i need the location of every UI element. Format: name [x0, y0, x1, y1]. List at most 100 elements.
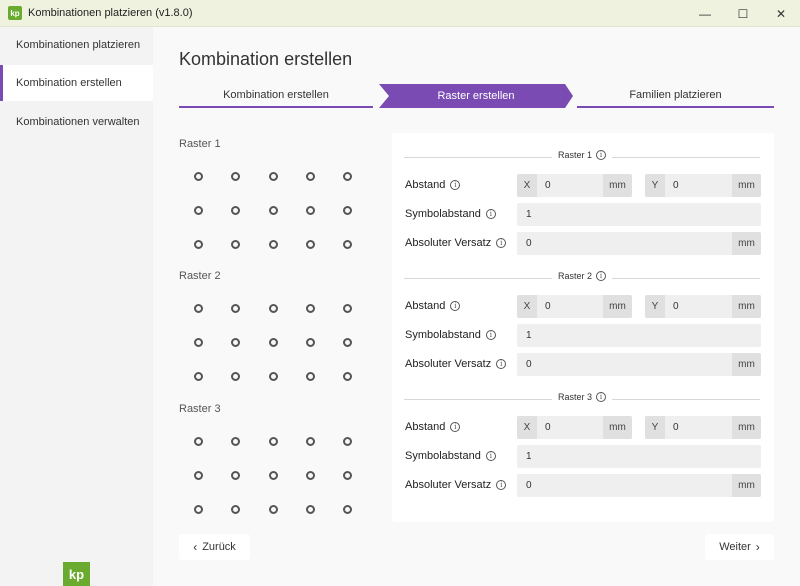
info-icon[interactable]: i [496, 238, 506, 248]
title-bar: kp Kombinationen platzieren (v1.8.0) — ☐… [0, 0, 800, 27]
raster-dot [269, 172, 278, 181]
unit-suffix: mm [732, 474, 761, 497]
app-logo-icon: kp [8, 6, 22, 20]
raster-dot [231, 240, 240, 249]
raster-dot [306, 240, 315, 249]
info-icon[interactable]: i [496, 480, 506, 490]
y-prefix: Y [645, 174, 665, 197]
next-button-label: Weiter [719, 541, 751, 553]
absoluter-versatz-input[interactable]: 0 mm [517, 474, 761, 497]
wizard-stepper: Kombination erstellen Raster erstellen F… [179, 84, 774, 108]
minimize-button[interactable]: — [686, 0, 724, 27]
symbolabstand-label: Symbolabstandi [405, 450, 496, 462]
abstand-x-value: 0 [545, 416, 551, 439]
abstand-y-input[interactable]: Y 0 mm [645, 295, 761, 318]
abstand-y-input[interactable]: Y 0 mm [645, 416, 761, 439]
raster-dot [231, 471, 240, 480]
raster-dot [343, 172, 352, 181]
raster-section-title: Raster 3 [558, 392, 592, 402]
absoluter-versatz-value: 0 [526, 474, 532, 497]
main-content: Kombination erstellen Kombination erstel… [153, 27, 800, 586]
page-title: Kombination erstellen [179, 49, 352, 70]
abstand-x-input[interactable]: X 0 mm [517, 416, 632, 439]
info-icon[interactable]: i [596, 150, 606, 160]
symbolabstand-input[interactable]: 1 [517, 324, 761, 347]
raster-dot [194, 471, 203, 480]
symbolabstand-input[interactable]: 1 [517, 203, 761, 226]
raster-section-header: Raster 2i [404, 271, 760, 285]
raster-dot [306, 304, 315, 313]
abstand-y-input[interactable]: Y 0 mm [645, 174, 761, 197]
x-prefix: X [517, 174, 537, 197]
info-icon[interactable]: i [450, 301, 460, 311]
sidebar-item-kombinationen-platzieren[interactable]: Kombinationen platzieren [0, 27, 153, 63]
raster-dot [231, 206, 240, 215]
symbolabstand-label: Symbolabstandi [405, 208, 496, 220]
raster-dot [343, 304, 352, 313]
absoluter-versatz-label: Absoluter Versatzi [405, 237, 506, 249]
raster-dot [231, 372, 240, 381]
raster-dot [269, 240, 278, 249]
unit-suffix: mm [732, 295, 761, 318]
raster-dot [343, 338, 352, 347]
unit-suffix: mm [603, 295, 632, 318]
chevron-right-icon: › [756, 540, 760, 554]
x-prefix: X [517, 295, 537, 318]
sidebar-item-label: Kombinationen platzieren [16, 39, 140, 51]
chevron-left-icon: ‹ [193, 540, 197, 554]
info-icon[interactable]: i [596, 392, 606, 402]
info-icon[interactable]: i [596, 271, 606, 281]
raster-dot [194, 338, 203, 347]
maximize-button[interactable]: ☐ [724, 0, 762, 27]
absoluter-versatz-label: Absoluter Versatzi [405, 479, 506, 491]
abstand-x-input[interactable]: X 0 mm [517, 174, 632, 197]
y-prefix: Y [645, 295, 665, 318]
back-button[interactable]: ‹ Zurück [179, 534, 250, 560]
info-icon[interactable]: i [496, 359, 506, 369]
raster-dot [269, 304, 278, 313]
abstand-y-value: 0 [673, 416, 679, 439]
raster-dot [269, 338, 278, 347]
next-button[interactable]: Weiter › [705, 534, 774, 560]
raster-dot [343, 471, 352, 480]
y-prefix: Y [645, 416, 665, 439]
abstand-x-value: 0 [545, 295, 551, 318]
symbolabstand-value: 1 [526, 324, 532, 347]
close-button[interactable]: ✕ [762, 0, 800, 27]
abstand-label: Abstandi [405, 300, 460, 312]
sidebar-item-kombinationen-verwalten[interactable]: Kombinationen verwalten [0, 104, 153, 140]
absoluter-versatz-value: 0 [526, 232, 532, 255]
step-familien-platzieren[interactable]: Familien platzieren [577, 84, 774, 108]
absoluter-versatz-input[interactable]: 0 mm [517, 232, 761, 255]
step-kombination-erstellen[interactable]: Kombination erstellen [179, 84, 373, 108]
raster-dot [194, 206, 203, 215]
raster-dot [194, 240, 203, 249]
raster-settings-panel: Raster 1i Abstandi X 0 mm Y 0 mm Symbola… [392, 133, 774, 522]
info-icon[interactable]: i [486, 330, 496, 340]
abstand-label: Abstandi [405, 421, 460, 433]
raster-dot [306, 206, 315, 215]
absoluter-versatz-value: 0 [526, 353, 532, 376]
raster-section-header: Raster 3 i [404, 392, 760, 406]
raster-dot [343, 372, 352, 381]
raster-preview-label: Raster 2 [179, 270, 221, 282]
raster-dot [343, 206, 352, 215]
window-title: Kombinationen platzieren (v1.8.0) [28, 7, 192, 19]
symbolabstand-input[interactable]: 1 [517, 445, 761, 468]
symbolabstand-label: Symbolabstandi [405, 329, 496, 341]
raster-dot [306, 338, 315, 347]
absoluter-versatz-input[interactable]: 0 mm [517, 353, 761, 376]
info-icon[interactable]: i [450, 422, 460, 432]
sidebar-item-kombination-erstellen[interactable]: Kombination erstellen [0, 65, 153, 101]
abstand-y-value: 0 [673, 295, 679, 318]
info-icon[interactable]: i [486, 209, 496, 219]
unit-suffix: mm [603, 416, 632, 439]
raster-dot [231, 172, 240, 181]
raster-dot [269, 471, 278, 480]
raster-dot [269, 206, 278, 215]
abstand-x-input[interactable]: X 0 mm [517, 295, 632, 318]
step-raster-erstellen[interactable]: Raster erstellen [379, 84, 573, 108]
unit-suffix: mm [732, 416, 761, 439]
info-icon[interactable]: i [450, 180, 460, 190]
info-icon[interactable]: i [486, 451, 496, 461]
